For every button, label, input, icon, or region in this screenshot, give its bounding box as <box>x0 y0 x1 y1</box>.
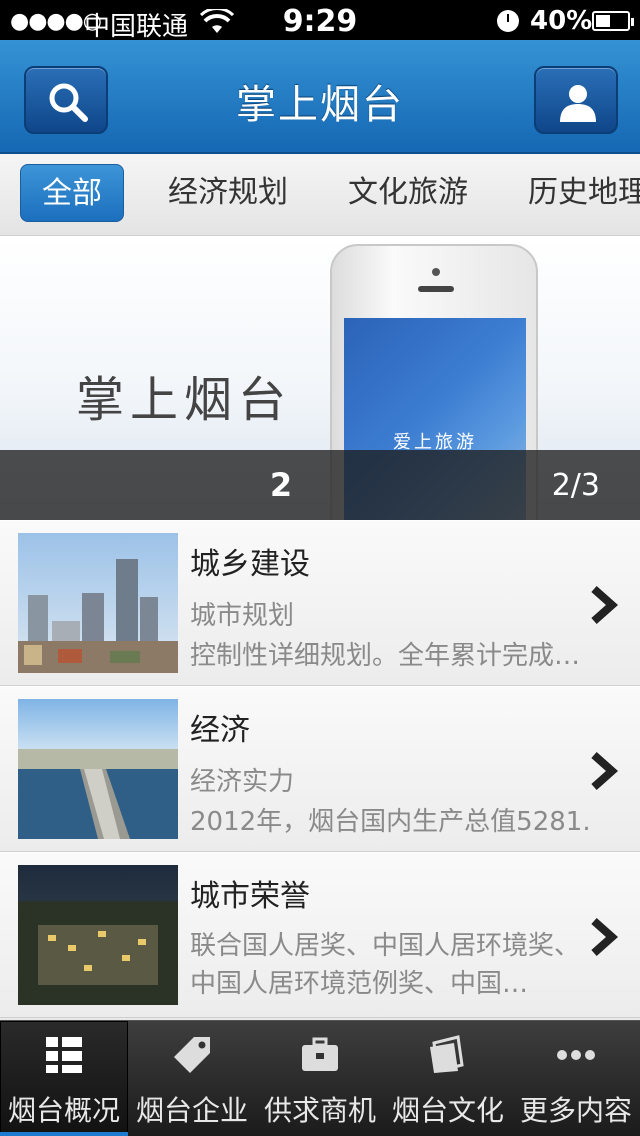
alarm-icon <box>497 10 519 32</box>
banner-pager: 2/3 <box>551 468 600 503</box>
city-night-thumbnail <box>18 865 178 1005</box>
tabbar-label: 更多内容 <box>519 1094 632 1127</box>
banner-caption-bar: 2 2/3 <box>0 450 640 520</box>
tabbar-label: 烟台文化 <box>391 1094 504 1127</box>
banner-carousel[interactable]: 掌上烟台 爱上旅游 2 2/3 <box>0 236 640 520</box>
tab-economic-planning[interactable]: 经济规划 <box>168 164 288 222</box>
city-skyline-thumbnail <box>18 533 178 673</box>
tab-history-geography[interactable]: 历史地理 <box>528 164 640 222</box>
phone-camera <box>432 268 440 276</box>
content-list: 城乡建设 城市规划 控制性详细规划。全年累计完成… 经济 经济实力 2012年，… <box>0 520 640 1018</box>
tabbar-item-overview[interactable]: 烟台概况 <box>0 1021 128 1136</box>
user-button[interactable] <box>534 66 618 134</box>
battery-icon <box>592 11 634 31</box>
book-icon <box>430 1035 464 1073</box>
list-item[interactable]: 经济 经济实力 2012年，烟台国内生产总值5281.… <box>0 686 640 852</box>
user-icon <box>560 85 596 122</box>
briefcase-icon <box>302 1037 338 1071</box>
tabbar-item-business[interactable]: 供求商机 <box>256 1021 384 1136</box>
tabbar-label: 烟台概况 <box>7 1094 120 1127</box>
tabbar-label: 烟台企业 <box>135 1094 248 1127</box>
category-tabs: 全部 经济规划 文化旅游 历史地理 <box>0 154 640 236</box>
phone-speaker <box>418 286 454 292</box>
list-item[interactable]: 城乡建设 城市规划 控制性详细规划。全年累计完成… <box>0 520 640 686</box>
grid-list-icon <box>46 1037 82 1073</box>
tab-all[interactable]: 全部 <box>20 164 124 222</box>
chevron-right-icon <box>591 586 619 624</box>
item-description: 联合国人居奖、中国人居环境奖、中国人居环境范例奖、中国… <box>190 931 581 999</box>
item-description: 控制性详细规划。全年累计完成… <box>190 641 581 671</box>
nav-header: 掌上烟台 <box>0 40 640 154</box>
tabbar-label: 供求商机 <box>263 1094 376 1127</box>
bridge-thumbnail <box>18 699 178 839</box>
tab-culture-tourism[interactable]: 文化旅游 <box>348 164 468 222</box>
item-title: 城乡建设 <box>190 547 310 582</box>
item-title: 城市荣誉 <box>190 879 310 914</box>
battery-percent: 40% <box>530 6 593 36</box>
item-title: 经济 <box>190 713 250 748</box>
tabbar-item-culture[interactable]: 烟台文化 <box>384 1021 512 1136</box>
tabbar-item-more[interactable]: 更多内容 <box>512 1021 640 1136</box>
status-bar: ●●●●○ 中国联通 9:29 40% <box>0 0 640 42</box>
item-subtitle: 经济实力 <box>190 767 295 797</box>
chevron-right-icon <box>591 752 619 790</box>
list-item[interactable]: 城市荣誉 联合国人居奖、中国人居环境奖、中国人居环境范例奖、中国… <box>0 852 640 1018</box>
more-dots-icon <box>557 1050 595 1060</box>
chevron-right-icon <box>591 918 619 956</box>
tag-icon <box>174 1037 210 1073</box>
banner-title: 掌上烟台 <box>76 372 293 428</box>
bottom-tab-bar: 烟台概况 烟台企业 供求商机 烟台文化 更多内容 <box>0 1020 640 1136</box>
tabbar-item-companies[interactable]: 烟台企业 <box>128 1021 256 1136</box>
item-subtitle: 城市规划 <box>190 601 295 631</box>
item-description: 2012年，烟台国内生产总值5281.… <box>190 807 590 837</box>
banner-current-index: 2 <box>269 466 293 504</box>
